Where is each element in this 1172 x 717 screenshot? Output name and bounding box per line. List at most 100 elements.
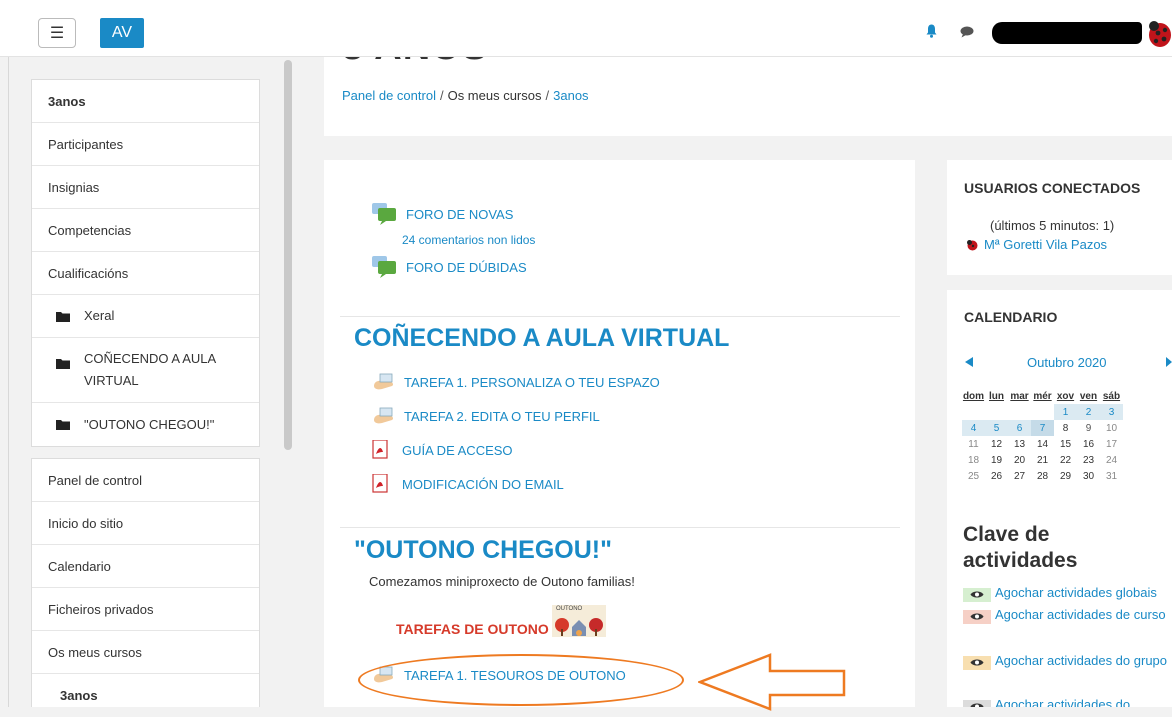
- calendar-day[interactable]: 4: [962, 420, 985, 436]
- calendar-day: 19: [990, 454, 1003, 466]
- section-title-outono[interactable]: "OUTONO CHEGOU!": [354, 536, 612, 565]
- forum-questions-link[interactable]: FORO DE DÚBIDAS: [372, 256, 527, 278]
- sidebar-item-meus-cursos[interactable]: Os meus cursos: [32, 631, 259, 674]
- calendar-day: [962, 404, 985, 420]
- calendar-month[interactable]: Outubro 2020: [1027, 355, 1107, 370]
- resource-label: GUÍA DE ACCESO: [402, 442, 513, 458]
- calendar-day[interactable]: 6: [1008, 420, 1031, 436]
- calendar-day: 17: [1105, 438, 1118, 450]
- calendar-day: 31: [1105, 470, 1118, 482]
- calendar-day: 25: [967, 470, 980, 482]
- bell-icon[interactable]: [926, 24, 937, 38]
- online-user-item[interactable]: Mª Goretti Vila Pazos: [966, 237, 1107, 252]
- sidebar-item-ficheiros[interactable]: Ficheiros privados: [32, 588, 259, 631]
- calendar-day: 24: [1105, 454, 1118, 466]
- breadcrumb-separator: /: [545, 88, 550, 103]
- sidebar-scrollbar[interactable]: [284, 60, 292, 450]
- highlight-ellipse: [358, 654, 684, 706]
- eye-icon: [963, 699, 991, 707]
- folder-icon: [56, 359, 70, 369]
- calendar-title: CALENDARIO: [964, 309, 1058, 325]
- chevron-left-icon[interactable]: [965, 357, 973, 367]
- chevron-right-icon[interactable]: [1166, 357, 1172, 367]
- section-divider: [340, 527, 900, 528]
- sidebar-item-outono[interactable]: "OUTONO CHEGOU!": [32, 403, 259, 446]
- clave-item-globais[interactable]: Agochar actividades globais: [963, 583, 1172, 603]
- calendar-day[interactable]: 9: [1077, 420, 1100, 436]
- folder-icon: [56, 311, 70, 322]
- breadcrumb-courses[interactable]: Os meus cursos: [448, 88, 542, 103]
- avatar-icon[interactable]: [1144, 18, 1172, 48]
- calendar-day: 22: [1059, 454, 1072, 466]
- sidebar-item-calendario[interactable]: Calendario: [32, 545, 259, 588]
- pdf-icon: [372, 474, 388, 493]
- tarefas-label: TAREFAS DE OUTONO: [396, 621, 549, 637]
- sidebar-item-participantes[interactable]: Participantes: [32, 123, 259, 166]
- site-brand[interactable]: AV: [100, 18, 144, 48]
- calendar-day[interactable]: 1: [1054, 404, 1077, 420]
- calendar-day: [985, 404, 1008, 420]
- breadcrumb-3anos[interactable]: 3anos: [553, 88, 588, 103]
- activity-label: TAREFA 1. PERSONALIZA O TEU ESPAZO: [404, 374, 660, 390]
- calendar-day: 18: [967, 454, 980, 466]
- sidebar-item-3anos[interactable]: 3anos: [32, 80, 259, 123]
- weekday-header: mér: [1033, 390, 1052, 402]
- arrow-left-icon: [698, 653, 846, 711]
- sidebar-item-cualificacions[interactable]: Cualificacións: [32, 252, 259, 295]
- clave-item-partial[interactable]: Agochar actividades do: [963, 695, 1172, 707]
- redacted-username[interactable]: [992, 22, 1142, 44]
- calendar-day: 10: [1105, 422, 1118, 434]
- page-header: 3 ANOS Panel de control/Os meus cursos/3…: [324, 26, 1172, 136]
- calendar-day: 16: [1082, 438, 1095, 450]
- calendar-day: 13: [1013, 438, 1026, 450]
- chat-icon[interactable]: [960, 26, 974, 38]
- calendar-day[interactable]: 2: [1077, 404, 1100, 420]
- online-users-count: (últimos 5 minutos: 1): [990, 218, 1115, 233]
- weekday-header: xov: [1056, 390, 1075, 402]
- clave-title: Clave de actividades: [963, 523, 1078, 572]
- hamburger-icon[interactable]: ☰: [38, 18, 76, 48]
- clave-item-grupo[interactable]: Agochar actividades do grupo: [963, 651, 1172, 671]
- clave-label: Agochar actividades globais: [995, 585, 1157, 600]
- forum-news-label: FORO DE NOVAS: [406, 206, 514, 222]
- forum-icon: [372, 203, 396, 225]
- calendar-day: 23: [1082, 454, 1095, 466]
- resource-guia-acceso[interactable]: GUÍA DE ACCESO: [372, 440, 513, 460]
- weekday-header: lun: [989, 390, 1004, 402]
- activity-tarefa2-perfil[interactable]: TAREFA 2. EDITA O TEU PERFIL: [372, 406, 600, 426]
- calendar-day: 30: [1082, 470, 1095, 482]
- calendar-day: 21: [1036, 454, 1049, 466]
- top-navbar: ☰ AV: [0, 0, 1172, 57]
- calendar-day: [1008, 404, 1031, 420]
- activity-tarefa1-personaliza[interactable]: TAREFA 1. PERSONALIZA O TEU ESPAZO: [372, 372, 660, 392]
- calendar-day-today[interactable]: 7: [1031, 420, 1054, 436]
- unread-count[interactable]: 24 comentarios non lidos: [402, 233, 535, 247]
- sidebar-item-conecendo[interactable]: COÑECENDO A AULA VIRTUAL: [32, 338, 259, 403]
- clave-label: Agochar actividades do: [995, 697, 1131, 707]
- sidebar-item-inicio[interactable]: Inicio do sitio: [32, 502, 259, 545]
- page-edge-line: [8, 56, 9, 707]
- forum-questions-label: FORO DE DÚBIDAS: [406, 259, 527, 275]
- calendar-day: 14: [1036, 438, 1049, 450]
- sidebar-item-label: "OUTONO CHEGOU!": [84, 416, 215, 432]
- calendar-day[interactable]: 3: [1100, 404, 1123, 420]
- calendar-day: [1031, 404, 1054, 420]
- clave-label: Agochar actividades de curso: [995, 607, 1166, 622]
- clave-item-curso[interactable]: Agochar actividades de curso: [963, 605, 1172, 625]
- sidebar-item-label: Xeral: [84, 308, 115, 323]
- forum-news-link[interactable]: FORO DE NOVAS: [372, 203, 513, 225]
- activity-label: TAREFA 2. EDITA O TEU PERFIL: [404, 408, 600, 424]
- section-divider: [340, 316, 900, 317]
- sidebar-item-xeral[interactable]: Xeral: [32, 295, 259, 338]
- assignment-icon: [374, 373, 394, 390]
- sidebar-item-3anos-course[interactable]: 3anos: [32, 674, 259, 717]
- weekday-header: mar: [1010, 390, 1029, 402]
- resource-modificacion-email[interactable]: MODIFICACIÓN DO EMAIL: [372, 474, 564, 494]
- breadcrumb-panel[interactable]: Panel de control: [342, 88, 436, 103]
- calendar-day: 26: [990, 470, 1003, 482]
- calendar-day[interactable]: 5: [985, 420, 1008, 436]
- sidebar-item-competencias[interactable]: Competencias: [32, 209, 259, 252]
- sidebar-item-insignias[interactable]: Insignias: [32, 166, 259, 209]
- sidebar-item-panel[interactable]: Panel de control: [32, 459, 259, 502]
- section-title-conecendo[interactable]: COÑECENDO A AULA VIRTUAL: [354, 324, 729, 353]
